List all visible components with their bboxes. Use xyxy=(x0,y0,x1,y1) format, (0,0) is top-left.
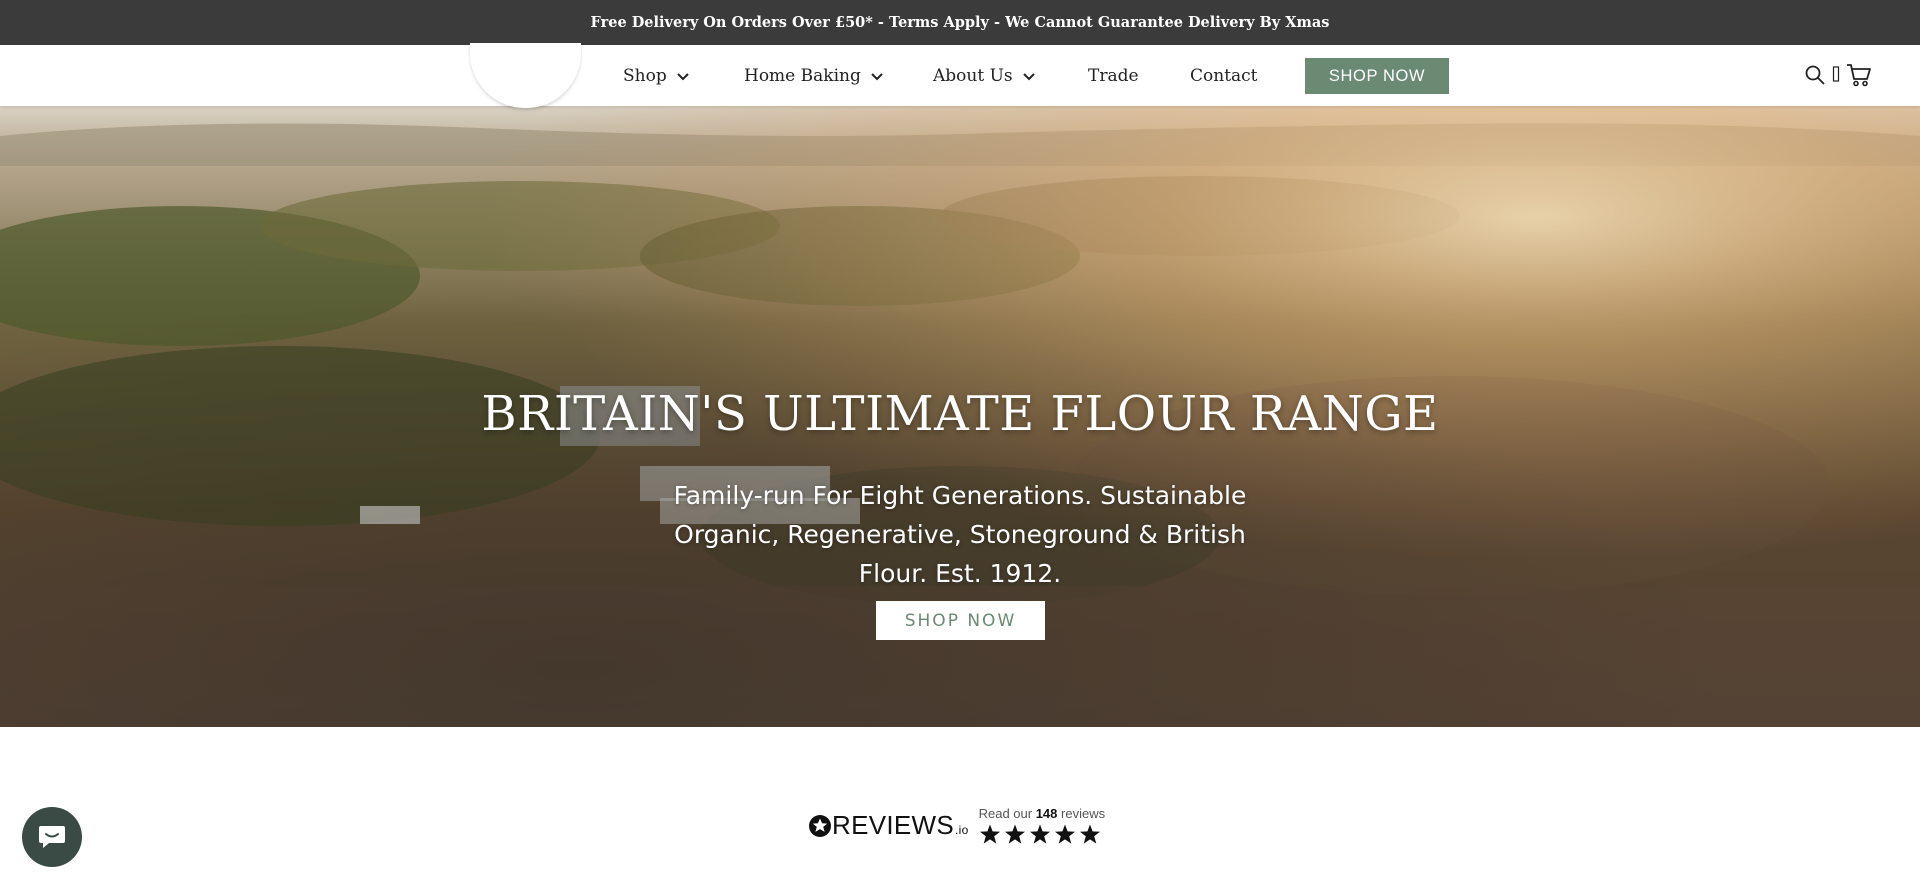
chevron-down-icon xyxy=(677,72,689,80)
nav-item-contact[interactable]: Contact xyxy=(1190,45,1258,106)
chevron-down-icon xyxy=(871,72,883,80)
nav-item-label: Trade xyxy=(1088,65,1139,86)
nav-item-about-us[interactable]: About Us xyxy=(933,45,1037,106)
nav-item-label: Shop xyxy=(623,65,667,86)
account-icon[interactable] xyxy=(1832,66,1840,83)
nav-item-trade[interactable]: Trade xyxy=(1088,45,1139,106)
search-icon[interactable] xyxy=(1804,64,1826,86)
star-icon xyxy=(1029,824,1050,844)
hero-banner: BRITAIN'S ULTIMATE FLOUR RANGE Family-ru… xyxy=(0,106,1920,727)
reviews-count: 148 xyxy=(1035,806,1058,821)
nav-item-shop[interactable]: Shop xyxy=(623,45,691,106)
reviews-read-prefix: Read our xyxy=(978,806,1033,821)
nav-item-label: Contact xyxy=(1190,65,1258,86)
hero-subtitle: Family-run For Eight Generations. Sustai… xyxy=(673,481,1247,588)
reviews-io-logo: REVIEWS .io xyxy=(808,810,969,841)
star-icon xyxy=(1054,824,1075,844)
reviews-count-text[interactable]: Read our 148 reviews xyxy=(979,806,1106,821)
reviews-read-suffix: reviews xyxy=(1061,806,1106,821)
star-icon xyxy=(979,824,1000,844)
nav-item-label: Home Baking xyxy=(744,65,861,86)
nav-item-home-baking[interactable]: Home Baking xyxy=(744,45,885,106)
announcement-text: Free Delivery On Orders Over £50* - Term… xyxy=(590,14,1330,31)
announcement-bar: Free Delivery On Orders Over £50* - Term… xyxy=(0,0,1920,45)
logo[interactable] xyxy=(470,43,581,108)
chevron-down-icon xyxy=(1022,72,1035,80)
cart-icon[interactable] xyxy=(1846,62,1872,88)
header-shop-now-button[interactable]: SHOP NOW xyxy=(1305,58,1449,94)
hero-title: BRITAIN'S ULTIMATE FLOUR RANGE xyxy=(481,386,1439,442)
hero-shop-now-button[interactable]: SHOP NOW xyxy=(876,601,1045,640)
reviews-star-badge-icon xyxy=(809,814,831,837)
chat-bubble-icon xyxy=(39,826,65,848)
chat-launcher-button[interactable] xyxy=(22,807,82,867)
rating-stars xyxy=(979,824,1106,845)
reviews-widget[interactable]: REVIEWS .io Read our 148 reviews xyxy=(808,803,1105,848)
site-header: Shop Home Baking About Us Trade Contact … xyxy=(0,43,1920,108)
nav-item-label: About Us xyxy=(933,65,1013,86)
reviews-brand-suffix: .io xyxy=(955,822,969,837)
star-icon xyxy=(1004,824,1025,844)
star-icon xyxy=(1079,824,1100,844)
reviews-brand: REVIEWS xyxy=(832,810,955,840)
